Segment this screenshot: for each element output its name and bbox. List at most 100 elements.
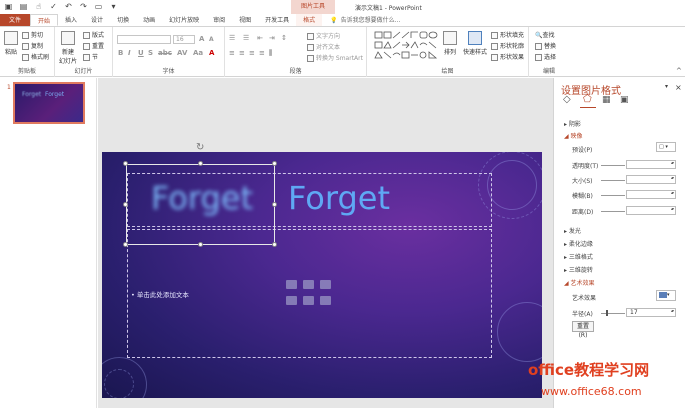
artistic-effect-dropdown[interactable]: ▾: [656, 290, 676, 301]
shape-fill-button[interactable]: 形状填充: [491, 30, 524, 39]
cut-button[interactable]: 剪切: [22, 30, 43, 39]
numbering-icon[interactable]: ☰: [243, 34, 249, 42]
select-button[interactable]: 选择: [535, 52, 556, 61]
size-spinner[interactable]: [626, 175, 676, 184]
undo-icon[interactable]: ↶: [64, 2, 73, 11]
insert-online-picture-icon[interactable]: [303, 296, 314, 305]
section-3d-rotation[interactable]: ▸ 三维旋转: [564, 265, 593, 274]
section-3d-format[interactable]: ▸ 三维格式: [564, 252, 593, 261]
start-slideshow-icon[interactable]: ▭: [94, 2, 103, 11]
grow-font-icon[interactable]: A: [199, 35, 204, 43]
arrange-button[interactable]: 排列: [443, 31, 457, 56]
layout-button[interactable]: 版式: [83, 30, 104, 39]
tab-file[interactable]: 文件: [0, 14, 31, 26]
radius-slider-thumb[interactable]: [606, 310, 608, 316]
char-spacing-icon[interactable]: AV: [177, 49, 187, 57]
align-center-icon[interactable]: ≡: [239, 49, 245, 57]
decrease-indent-icon[interactable]: ⇤: [257, 34, 263, 42]
resize-handle[interactable]: [272, 242, 277, 247]
section-shadow[interactable]: ▸ 阴影: [564, 119, 581, 128]
radius-spinner[interactable]: 17: [626, 308, 676, 317]
paste-button[interactable]: 粘贴: [4, 31, 18, 56]
collapse-ribbon-icon[interactable]: ^: [676, 67, 682, 75]
shrink-font-icon[interactable]: A: [209, 36, 214, 43]
italic-icon[interactable]: I: [128, 49, 131, 57]
align-left-icon[interactable]: ≡: [229, 49, 235, 57]
tab-design[interactable]: 设计: [84, 14, 110, 26]
distance-spinner[interactable]: [626, 206, 676, 215]
section-reflection[interactable]: ◢ 映像: [564, 131, 583, 140]
find-button[interactable]: 🔍查找: [535, 30, 555, 39]
insert-picture-icon[interactable]: [286, 296, 297, 305]
transparency-slider[interactable]: [601, 165, 625, 166]
insert-table-icon[interactable]: [286, 280, 297, 289]
format-painter-button[interactable]: 格式刷: [22, 52, 49, 61]
tell-me-box[interactable]: 💡 告诉我您想要做什么...: [322, 14, 400, 26]
tab-format[interactable]: 格式: [296, 14, 323, 26]
text-direction-button[interactable]: 文字方向: [307, 31, 340, 40]
size-slider[interactable]: [601, 180, 625, 181]
blur-slider[interactable]: [601, 195, 625, 196]
blur-spinner[interactable]: [626, 190, 676, 199]
insert-video-icon[interactable]: [320, 296, 331, 305]
line-spacing-icon[interactable]: ↕: [281, 34, 287, 42]
resize-handle[interactable]: [123, 242, 128, 247]
preset-dropdown[interactable]: □ ▾: [656, 142, 676, 152]
shadow-text-icon[interactable]: S: [148, 49, 153, 57]
transparency-spinner[interactable]: [626, 160, 676, 169]
section-soft-edges[interactable]: ▸ 柔化边缘: [564, 239, 593, 248]
picture-selection-box[interactable]: [126, 164, 275, 245]
tab-slideshow[interactable]: 幻灯片放映: [162, 14, 206, 26]
reset-button[interactable]: 重置(R): [572, 321, 594, 339]
shape-outline-button[interactable]: 形状轮廓: [491, 41, 524, 50]
underline-icon[interactable]: U: [138, 49, 144, 57]
change-case-icon[interactable]: Aa: [193, 49, 203, 57]
new-slide-button[interactable]: 新建 幻灯片: [59, 31, 77, 65]
copy-button[interactable]: 复制: [22, 41, 43, 50]
insert-chart-icon[interactable]: [303, 280, 314, 289]
section-glow[interactable]: ▸ 发光: [564, 226, 581, 235]
section-artistic-effects[interactable]: ◢ 艺术效果: [564, 278, 595, 287]
picture-icon[interactable]: ▣: [620, 95, 631, 106]
bullets-icon[interactable]: ☰: [229, 34, 235, 42]
smartart-button[interactable]: 转换为 SmartArt: [307, 53, 363, 62]
size-properties-icon[interactable]: ▦: [602, 95, 613, 106]
resize-handle[interactable]: [272, 161, 277, 166]
tab-view[interactable]: 视图: [232, 14, 258, 26]
justify-icon[interactable]: ≡: [259, 49, 265, 57]
tab-animations[interactable]: 动画: [136, 14, 162, 26]
open-icon[interactable]: ▤: [19, 2, 28, 11]
fill-line-icon[interactable]: ◇: [563, 95, 574, 106]
resize-handle[interactable]: [123, 202, 128, 207]
effects-icon[interactable]: ⬠: [583, 95, 594, 106]
distance-slider[interactable]: [601, 211, 625, 212]
strikethrough-icon[interactable]: abc: [158, 49, 172, 57]
resize-handle[interactable]: [123, 161, 128, 166]
shapes-gallery[interactable]: [373, 30, 439, 62]
pane-options-icon[interactable]: ▾: [665, 83, 668, 90]
font-color-icon[interactable]: A: [209, 49, 214, 57]
resize-handle[interactable]: [272, 202, 277, 207]
tab-insert[interactable]: 插入: [58, 14, 84, 26]
resize-handle[interactable]: [198, 161, 203, 166]
close-icon[interactable]: ×: [675, 83, 682, 92]
bold-icon[interactable]: B: [118, 49, 123, 57]
customize-qat-icon[interactable]: ▾: [109, 2, 118, 11]
reset-slide-button[interactable]: 重置: [83, 41, 104, 50]
align-right-icon[interactable]: ≡: [249, 49, 255, 57]
font-size-combo[interactable]: 16: [173, 35, 195, 44]
resize-handle[interactable]: [198, 242, 203, 247]
tab-transitions[interactable]: 切换: [110, 14, 136, 26]
slide-title-text[interactable]: Forget: [288, 179, 390, 217]
replace-button[interactable]: 替换: [535, 41, 556, 50]
tab-developer[interactable]: 开发工具: [258, 14, 296, 26]
shape-effects-button[interactable]: 形状效果: [491, 52, 524, 61]
slide-thumbnail[interactable]: Forget Forget: [13, 82, 85, 124]
font-name-combo[interactable]: [117, 35, 171, 44]
columns-icon[interactable]: ⫼: [269, 49, 272, 58]
insert-smartart-icon[interactable]: [320, 280, 331, 289]
touch-mode-icon[interactable]: ☝: [34, 2, 43, 11]
radius-slider[interactable]: [601, 313, 625, 314]
align-text-button[interactable]: 对齐文本: [307, 42, 340, 51]
quick-styles-button[interactable]: 快速样式: [463, 31, 487, 56]
